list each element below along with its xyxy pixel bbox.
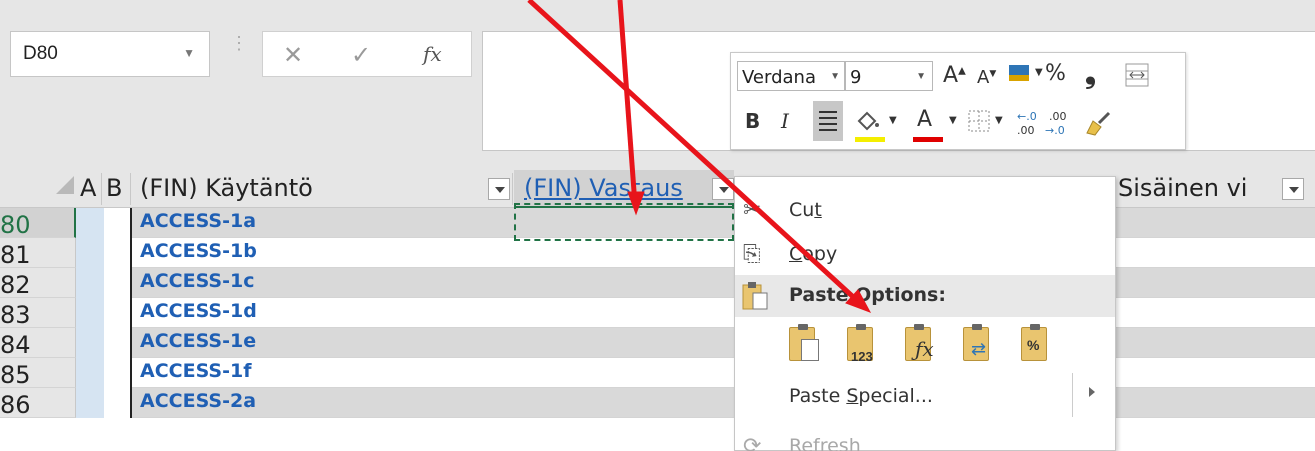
- excel-window: D80 ▼ ⋮ ✕ ✓ fx Verdana ▼ 9 ▼ A▲ A▼ ▼ % ❟…: [0, 0, 1315, 451]
- annotation-arrowhead: [627, 191, 645, 216]
- annotation-arrows: [527, 0, 872, 313]
- annotation-arrow-line: [527, 0, 864, 307]
- annotation-arrow-line: [617, 0, 638, 206]
